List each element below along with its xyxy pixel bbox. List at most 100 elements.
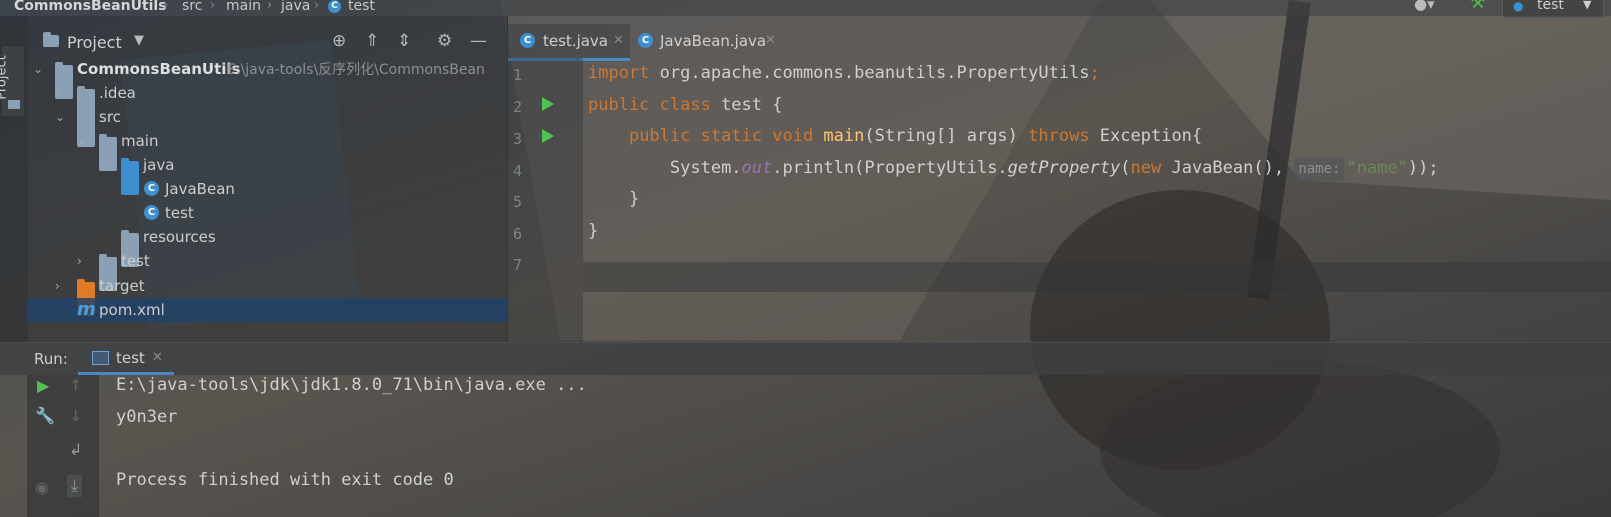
run-tab-test[interactable]: test ✕ xyxy=(78,343,174,375)
chevron-down-icon[interactable]: ⌄ xyxy=(77,129,87,153)
chevron-right-icon: › xyxy=(163,0,169,13)
code-line-3[interactable]: public static void main(String[] args) t… xyxy=(588,124,1202,148)
console-line: E:\java-tools\jdk\jdk1.8.0_71\bin\java.e… xyxy=(116,375,587,395)
close-icon[interactable]: ✕ xyxy=(765,24,776,58)
folder-icon xyxy=(43,32,59,47)
expand-all-icon[interactable]: ⇑ xyxy=(365,32,379,50)
code-token: public static void xyxy=(628,126,814,146)
arrow-down-icon[interactable]: ↓ xyxy=(69,407,82,425)
code-line-1[interactable]: import org.apache.commons.beanutils.Prop… xyxy=(588,61,1100,85)
close-icon[interactable]: ✕ xyxy=(152,350,163,365)
tree-item-test-class[interactable]: C test xyxy=(27,201,507,225)
chevron-right-icon: › xyxy=(314,0,320,13)
tab-javabean-java[interactable]: C JavaBean.java ✕ xyxy=(630,24,782,58)
soft-wrap-icon[interactable]: ↲ xyxy=(69,441,82,459)
java-class-icon: C xyxy=(520,33,535,48)
tree-item-path: E:\java-tools\反序列化\CommonsBean xyxy=(227,62,485,78)
code-token: throws xyxy=(1028,126,1090,146)
tree-item-main[interactable]: ⌄ main xyxy=(27,129,507,171)
chevron-down-icon[interactable]: ⌄ xyxy=(99,153,109,177)
close-icon[interactable]: ✕ xyxy=(613,24,624,58)
chevron-right-icon[interactable]: › xyxy=(77,249,82,273)
tree-item-project-root[interactable]: ⌄ CommonsBeanUtils E:\java-tools\反序列化\Co… xyxy=(27,57,507,99)
code-token: (String[] args) xyxy=(864,126,1029,146)
camera-icon[interactable]: ◉ xyxy=(35,479,49,497)
rerun-icon[interactable]: ▶ xyxy=(37,377,49,395)
arrow-up-icon[interactable]: ↑ xyxy=(69,377,82,395)
tree-item-label: src xyxy=(99,108,121,126)
tree-item-label: test xyxy=(121,252,150,270)
tree-item-javabean[interactable]: C JavaBean xyxy=(27,177,507,201)
code-token: main xyxy=(813,126,865,146)
tree-item-label: resources xyxy=(143,228,216,246)
tree-item-label: java xyxy=(143,156,175,174)
code-token: Exception{ xyxy=(1089,126,1203,146)
code-token: "name" xyxy=(1346,158,1408,178)
parameter-hint: name: xyxy=(1294,157,1345,181)
console-icon xyxy=(92,351,109,365)
console-line: y0n3er xyxy=(116,407,178,427)
gear-icon[interactable]: ⚙ xyxy=(437,32,452,50)
breadcrumb-main[interactable]: main xyxy=(226,0,261,13)
wrench-icon[interactable]: 🔧 xyxy=(35,407,55,425)
run-label: Run: xyxy=(34,350,68,368)
project-panel-header: Project ▼ ⊕ ⇑ ⇕ ⚙ — xyxy=(27,16,507,58)
java-class-icon: ● xyxy=(1513,0,1524,13)
tree-item-pom[interactable]: m pom.xml xyxy=(27,298,507,322)
code-line-4[interactable]: System.out.println(PropertyUtils.getProp… xyxy=(588,156,1439,181)
collapse-all-icon[interactable]: ⇕ xyxy=(397,32,411,50)
tree-item-idea[interactable]: › .idea xyxy=(27,81,507,123)
console-output[interactable]: E:\java-tools\jdk\jdk1.8.0_71\bin\java.e… xyxy=(116,375,1611,517)
project-panel-title[interactable]: Project xyxy=(67,33,122,52)
navigation-bar: CommonsBeanUtils › src › main › java › C… xyxy=(0,0,1611,18)
build-hammer-icon[interactable]: ⚒ xyxy=(1470,0,1485,12)
tree-item-test-folder[interactable]: › test xyxy=(27,249,507,291)
editor: C test.java ✕ C JavaBean.java ✕ 1 2 3 4 … xyxy=(508,16,1611,342)
code-token: out xyxy=(741,158,773,178)
tree-item-label: JavaBean xyxy=(165,180,235,198)
chevron-down-icon[interactable]: ⌄ xyxy=(33,57,43,81)
maven-icon: m xyxy=(77,299,96,320)
folder-icon xyxy=(8,100,20,109)
code-token: import xyxy=(588,63,650,83)
line-number: 6 xyxy=(513,225,523,243)
chevron-down-icon[interactable]: ⌄ xyxy=(55,105,65,129)
java-class-icon: C xyxy=(638,33,653,48)
user-icon[interactable]: ●▾ xyxy=(1414,0,1435,12)
scroll-to-end-icon[interactable]: ⤓ xyxy=(67,475,83,497)
breadcrumb-java[interactable]: java xyxy=(281,0,310,13)
run-configuration-label: test xyxy=(1537,0,1564,13)
run-method-icon[interactable] xyxy=(542,129,554,143)
run-toolwindow-header: Run: test ✕ xyxy=(0,342,1611,375)
tab-test-java[interactable]: C test.java ✕ xyxy=(508,24,630,61)
chevron-down-icon[interactable]: ▼ xyxy=(134,33,144,48)
java-class-icon: C xyxy=(328,0,341,13)
tree-item-target[interactable]: › target xyxy=(27,274,507,316)
breadcrumb-test[interactable]: test xyxy=(348,0,375,13)
fold-guide xyxy=(577,58,578,342)
locate-icon[interactable]: ⊕ xyxy=(332,32,346,50)
run-class-icon[interactable] xyxy=(542,97,554,111)
code-token: )); xyxy=(1407,158,1439,178)
code-token: new xyxy=(1130,158,1162,178)
tree-item-src[interactable]: ⌄ src xyxy=(27,105,507,147)
tree-item-label: CommonsBeanUtils xyxy=(77,60,241,78)
chevron-right-icon: › xyxy=(210,0,216,13)
tree-item-resources[interactable]: resources xyxy=(27,225,507,267)
breadcrumb-src[interactable]: src xyxy=(182,0,202,13)
chevron-right-icon[interactable]: › xyxy=(55,81,60,105)
tab-label: JavaBean.java xyxy=(660,32,767,50)
code-line-2[interactable]: public class test { xyxy=(588,93,782,117)
editor-tabs: C test.java ✕ C JavaBean.java ✕ xyxy=(508,16,1611,61)
project-panel: Project ▼ ⊕ ⇑ ⇕ ⚙ — ⌄ CommonsBeanUtils E… xyxy=(27,16,508,342)
code-token: ( xyxy=(1120,158,1131,178)
chevron-right-icon[interactable]: › xyxy=(55,274,60,298)
code-token: public class xyxy=(588,95,711,115)
code-token: } xyxy=(628,189,640,209)
code-line-6[interactable]: } xyxy=(588,219,598,243)
breadcrumb-project[interactable]: CommonsBeanUtils xyxy=(14,0,167,13)
code-line-5[interactable]: } xyxy=(588,187,639,211)
tree-item-java[interactable]: ⌄ java xyxy=(27,153,507,195)
minimize-icon[interactable]: — xyxy=(470,32,487,50)
tree-item-label: main xyxy=(121,132,159,150)
